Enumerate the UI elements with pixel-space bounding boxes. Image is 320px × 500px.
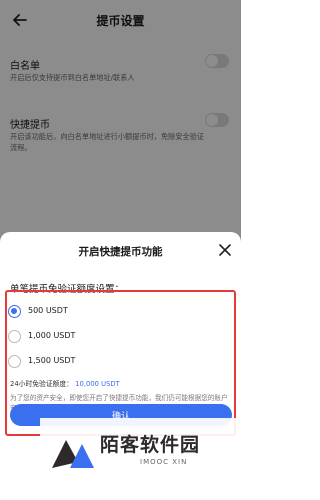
watermark-subtext: IMOOC XIN: [140, 458, 188, 466]
daily-limit-text: 24小时免验证额度： 10,000 USDT: [10, 378, 120, 388]
watermark-text: 陌客软件园: [100, 434, 201, 456]
sheet-title: 开启快捷提币功能: [78, 246, 163, 258]
option-label: 1,000 USDT: [28, 331, 76, 340]
daily-limit-prefix: 24小时免验证额度：: [10, 380, 74, 388]
option-label: 500 USDT: [28, 306, 68, 315]
radio-unchecked-icon[interactable]: [8, 355, 21, 368]
option-1000-usdt[interactable]: 1,000 USDT: [8, 327, 228, 347]
option-1500-usdt[interactable]: 1,500 USDT: [8, 352, 228, 372]
watermark-logo-icon: [52, 440, 94, 468]
close-icon[interactable]: [218, 243, 232, 257]
daily-limit-value: 10,000 USDT: [75, 380, 120, 388]
radio-unchecked-icon[interactable]: [8, 330, 21, 343]
option-500-usdt[interactable]: 500 USDT: [8, 302, 228, 322]
radio-checked-icon[interactable]: [8, 305, 21, 318]
option-label: 1,500 USDT: [28, 356, 76, 365]
